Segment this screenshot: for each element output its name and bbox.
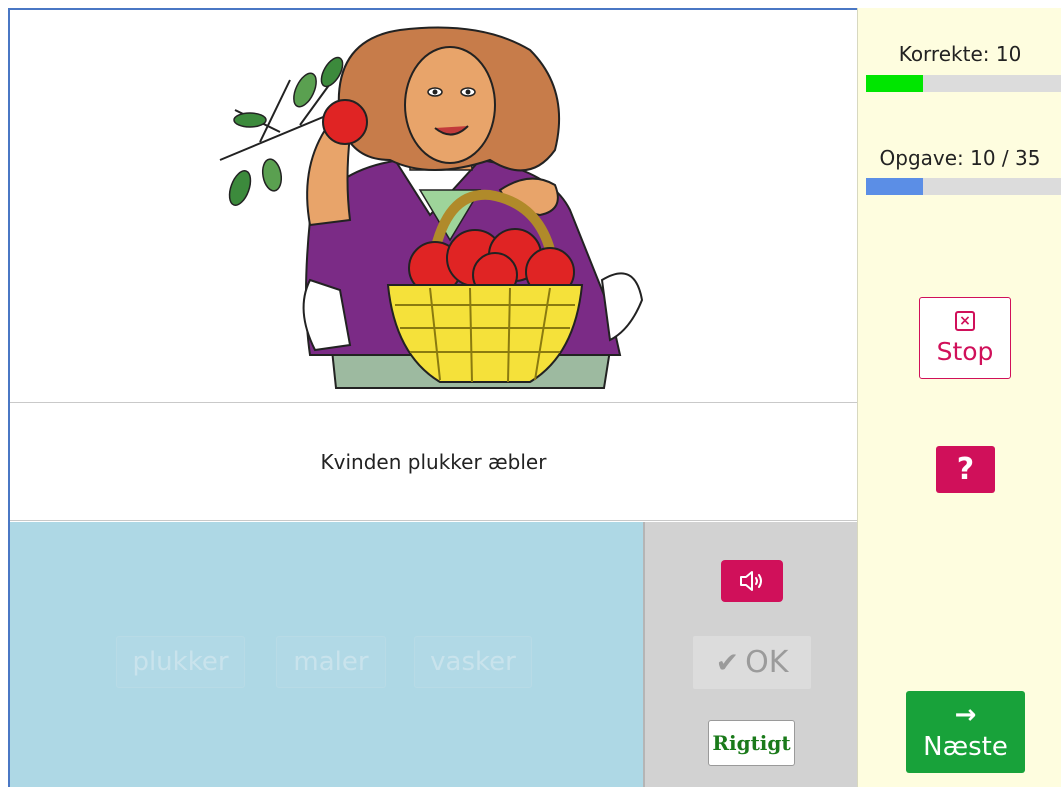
stop-label: Stop [936,336,994,366]
play-sound-button[interactable] [721,560,783,602]
woman-picking-apples-illustration [219,26,644,389]
progress-sidebar: Korrekte: 10 Opgave: 10 / 35 × Stop ? → … [857,8,1061,787]
word-chip-vasker[interactable]: vasker [414,636,532,688]
korrekte-progress-bar [866,75,1061,92]
checkmark-icon: ✔ [715,646,740,679]
close-box-icon: × [955,310,975,331]
picture-area [10,10,857,403]
sentence-area: Kvinden plukker æbler [10,404,857,521]
korrekte-label: Korrekte: 10 [898,42,1022,66]
ok-label: OK [745,645,789,680]
answer-controls: ✔ OK Rigtigt [643,522,857,787]
next-label: Næste [923,732,1008,762]
word-chip-plukker[interactable]: plukker [116,636,245,688]
speaker-icon [740,571,762,591]
opgave-progress-fill [866,178,923,195]
sentence-text: Kvinden plukker æbler [320,450,547,474]
korrekte-progress-fill [866,75,923,92]
ok-button[interactable]: ✔ OK [693,636,811,689]
arrow-right-icon: → [954,700,977,730]
opgave-progress-bar [866,178,1061,195]
help-button[interactable]: ? [936,446,995,493]
stop-button[interactable]: × Stop [919,297,1011,379]
rigtigt-button[interactable]: Rigtigt [708,720,795,766]
word-chip-maler[interactable]: maler [276,636,386,688]
opgave-label: Opgave: 10 / 35 [879,146,1041,170]
exercise-panel: Kvinden plukker æbler plukker maler vask… [8,8,857,787]
question-mark-icon: ? [956,452,975,487]
next-button[interactable]: → Næste [906,691,1025,773]
word-drop-area: plukker maler vasker [10,522,643,787]
